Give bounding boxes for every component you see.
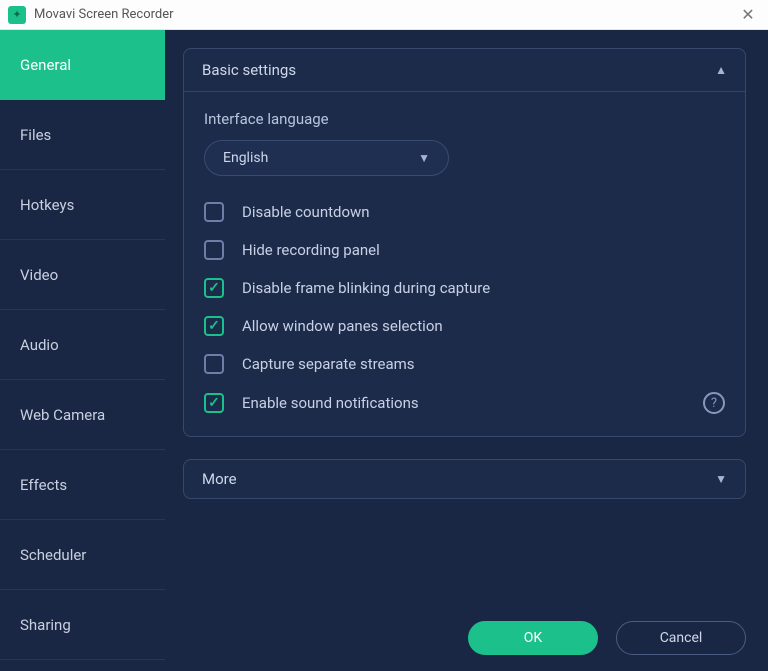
sidebar-item-hotkeys[interactable]: Hotkeys bbox=[0, 170, 165, 240]
sidebar-item-label: Hotkeys bbox=[20, 196, 74, 214]
preferences-window: Movavi Screen Recorder ✕ General Files Hot… bbox=[0, 0, 768, 671]
more-panel[interactable]: More ▼ bbox=[183, 459, 746, 499]
sidebar-item-label: Audio bbox=[20, 336, 59, 354]
panel-body: Interface language English ▼ Disable cou… bbox=[184, 92, 745, 436]
sidebar-item-label: Video bbox=[20, 266, 58, 284]
panel-title: Basic settings bbox=[202, 61, 296, 79]
more-label: More bbox=[202, 470, 237, 488]
language-label: Interface language bbox=[204, 110, 725, 128]
checkbox-row[interactable]: Hide recording panel bbox=[204, 240, 725, 260]
checkbox[interactable] bbox=[204, 354, 224, 374]
checkbox-label: Disable countdown bbox=[242, 203, 725, 221]
titlebar: Movavi Screen Recorder ✕ bbox=[0, 0, 768, 30]
sidebar-item-general[interactable]: General bbox=[0, 30, 165, 100]
help-icon[interactable]: ? bbox=[703, 392, 725, 414]
sidebar-item-scheduler[interactable]: Scheduler bbox=[0, 520, 165, 590]
window-title: Movavi Screen Recorder bbox=[34, 7, 174, 22]
sidebar-item-label: General bbox=[20, 56, 71, 74]
checkbox-row[interactable]: Enable sound notifications? bbox=[204, 392, 725, 414]
sidebar-item-effects[interactable]: Effects bbox=[0, 450, 165, 520]
basic-settings-header[interactable]: Basic settings ▲ bbox=[184, 49, 745, 92]
checkbox-label: Capture separate streams bbox=[242, 355, 725, 373]
sidebar-item-label: Effects bbox=[20, 476, 67, 494]
basic-settings-panel: Basic settings ▲ Interface language Engl… bbox=[183, 48, 746, 437]
sidebar-item-label: Files bbox=[20, 126, 51, 144]
checkbox[interactable] bbox=[204, 393, 224, 413]
footer-buttons: OK Cancel bbox=[183, 605, 746, 655]
chevron-down-icon: ▼ bbox=[418, 151, 430, 165]
language-value: English bbox=[223, 150, 268, 166]
body-area: General Files Hotkeys Video Audio Web Camera E… bbox=[0, 30, 768, 671]
checkbox-label: Enable sound notifications bbox=[242, 394, 695, 412]
chevron-up-icon: ▲ bbox=[715, 63, 727, 77]
chevron-down-icon: ▼ bbox=[715, 472, 727, 486]
checkbox[interactable] bbox=[204, 278, 224, 298]
checkbox-label: Hide recording panel bbox=[242, 241, 725, 259]
sidebar-item-label: Scheduler bbox=[20, 546, 86, 564]
main-content: Basic settings ▲ Interface language Engl… bbox=[165, 30, 768, 671]
checkbox-row[interactable]: Disable countdown bbox=[204, 202, 725, 222]
checkbox-row[interactable]: Disable frame blinking during capture bbox=[204, 278, 725, 298]
cancel-button[interactable]: Cancel bbox=[616, 621, 746, 655]
sidebar: General Files Hotkeys Video Audio Web Camera E… bbox=[0, 30, 165, 671]
language-select[interactable]: English ▼ bbox=[204, 140, 449, 176]
sidebar-item-sharing[interactable]: Sharing bbox=[0, 590, 165, 660]
close-icon[interactable]: ✕ bbox=[736, 3, 760, 27]
sidebar-item-video[interactable]: Video bbox=[0, 240, 165, 310]
sidebar-item-label: Web Camera bbox=[20, 406, 105, 424]
checkbox[interactable] bbox=[204, 202, 224, 222]
sidebar-item-label: Sharing bbox=[20, 616, 71, 634]
checkbox-row[interactable]: Capture separate streams bbox=[204, 354, 725, 374]
app-icon bbox=[8, 6, 26, 24]
sidebar-item-files[interactable]: Files bbox=[0, 100, 165, 170]
checkbox-row[interactable]: Allow window panes selection bbox=[204, 316, 725, 336]
sidebar-item-audio[interactable]: Audio bbox=[0, 310, 165, 380]
checkbox-label: Allow window panes selection bbox=[242, 317, 725, 335]
ok-button[interactable]: OK bbox=[468, 621, 598, 655]
checkbox[interactable] bbox=[204, 240, 224, 260]
checkbox[interactable] bbox=[204, 316, 224, 336]
checkbox-label: Disable frame blinking during capture bbox=[242, 279, 725, 297]
sidebar-item-web-camera[interactable]: Web Camera bbox=[0, 380, 165, 450]
